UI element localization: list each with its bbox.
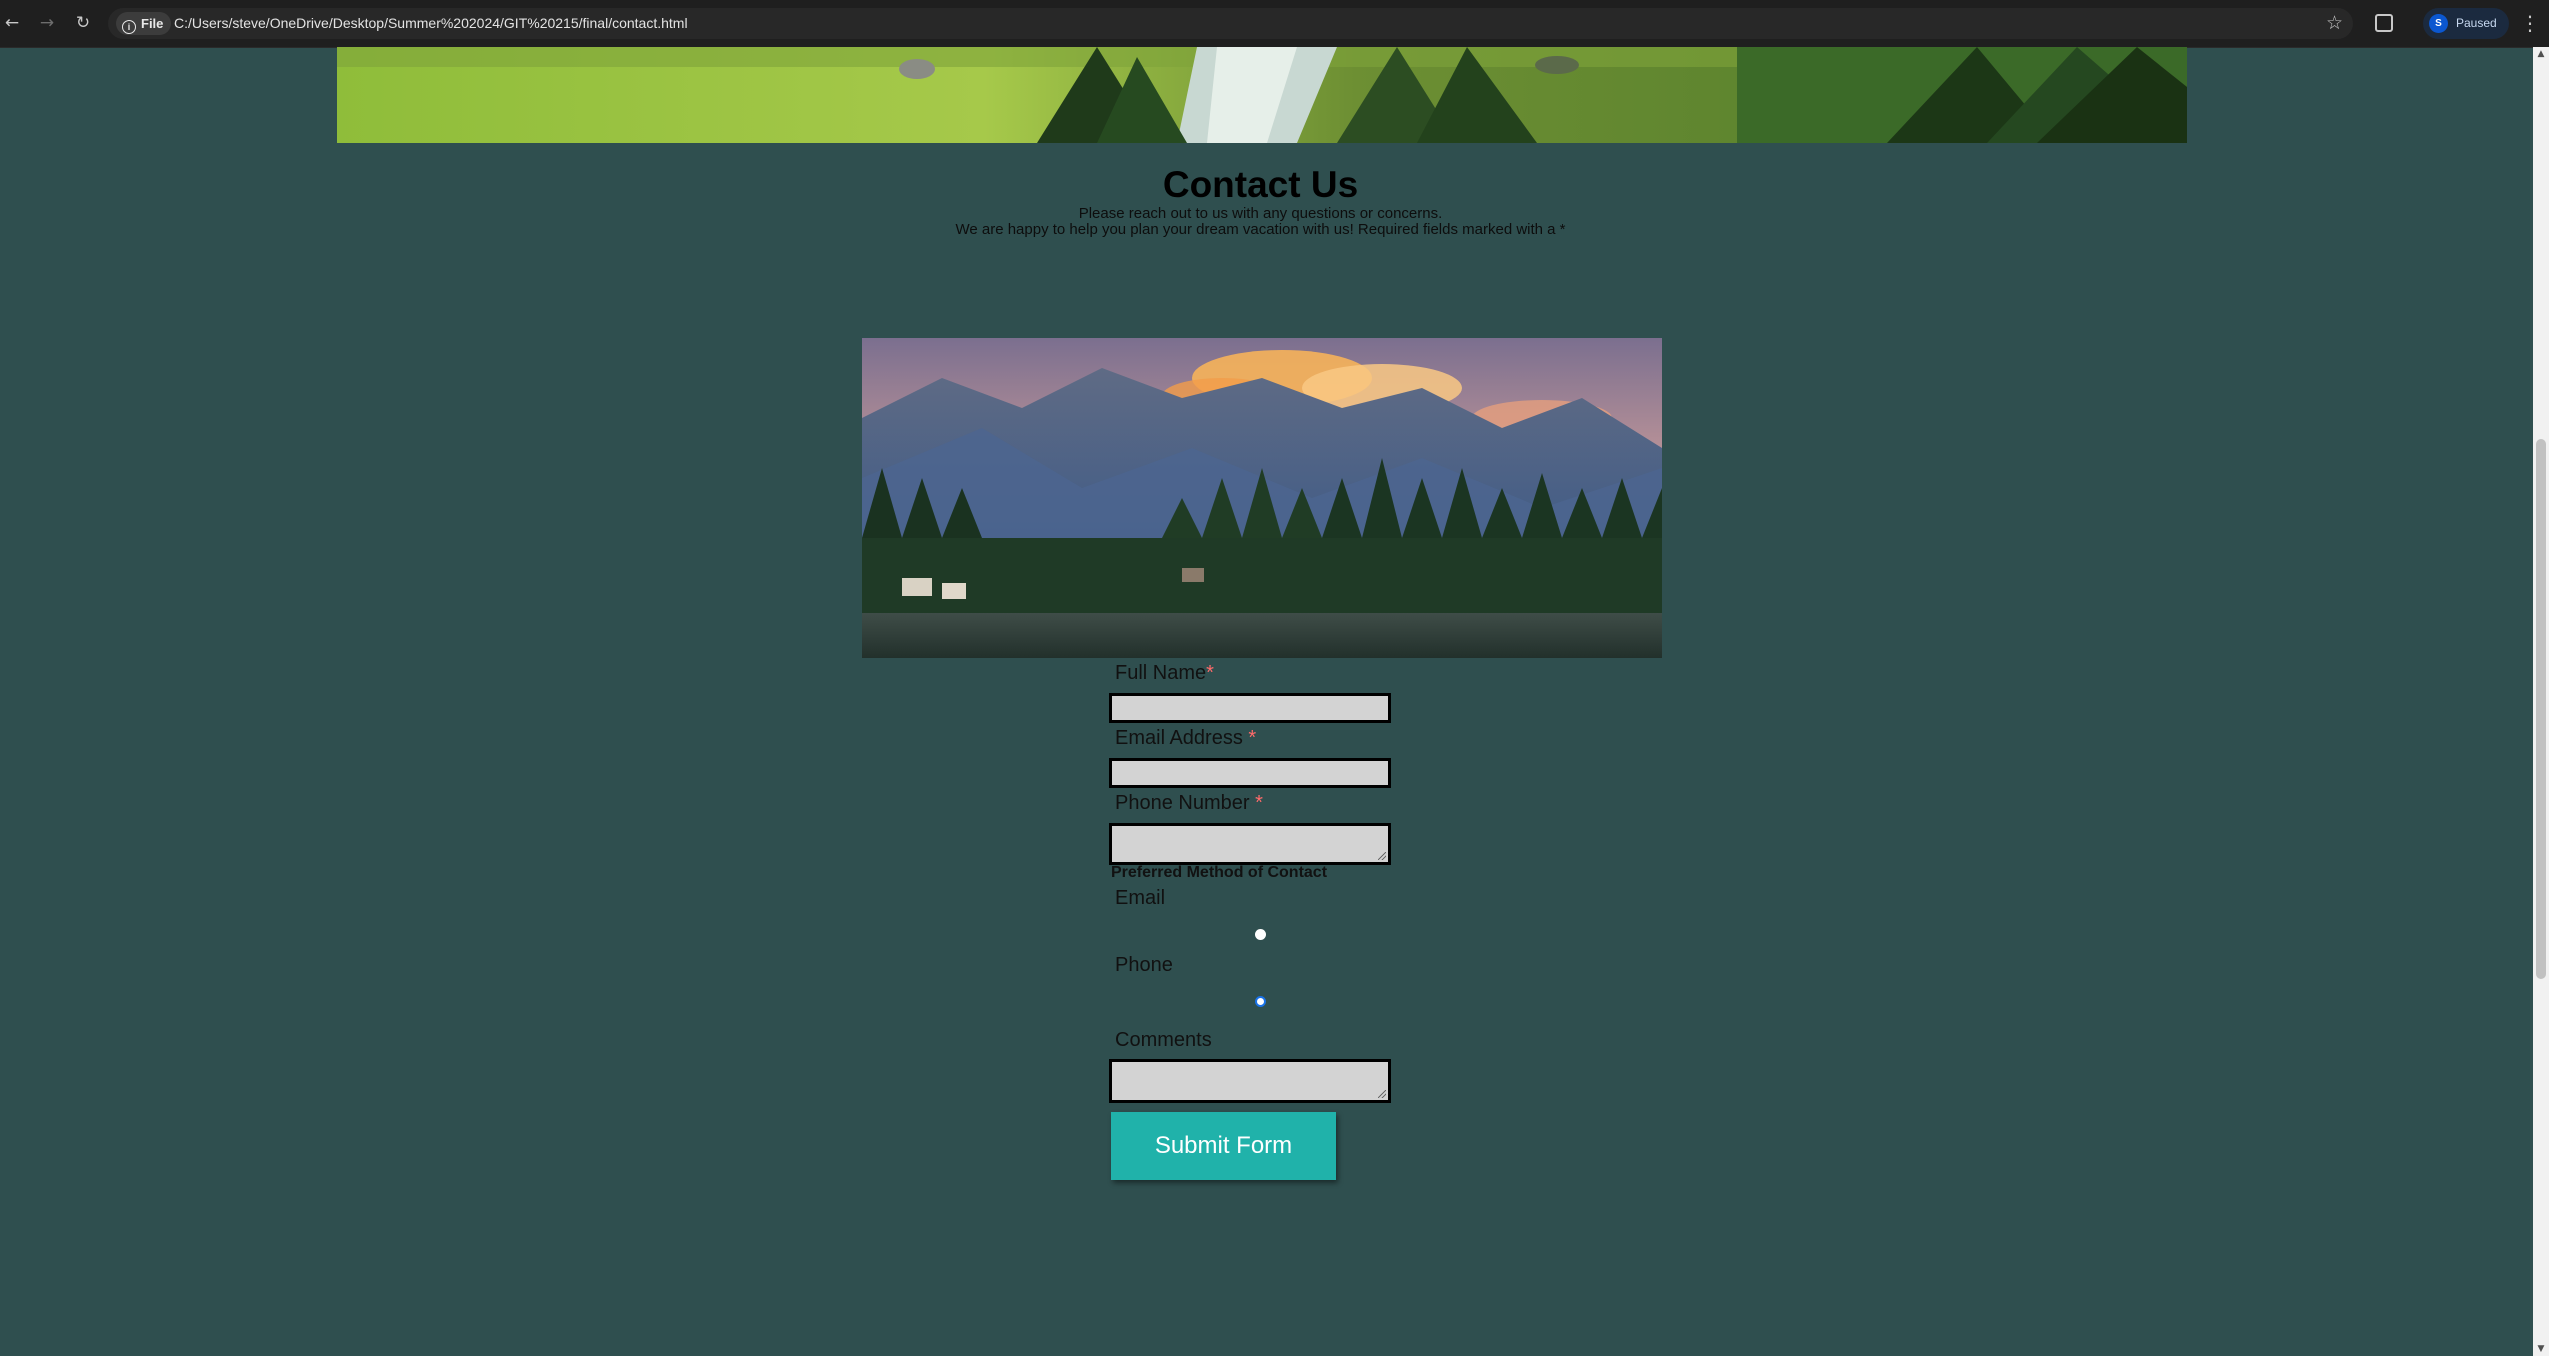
scroll-thumb[interactable] — [2536, 439, 2546, 979]
full-name-field[interactable] — [1109, 693, 1391, 723]
page-title: Contact Us — [1162, 164, 1359, 205]
page-subtitle-line-1: Please reach out to us with any question… — [1078, 205, 1443, 222]
email-label: Email Address * — [1115, 727, 1257, 749]
preferred-contact-legend: Preferred Method of Contact — [1111, 864, 1328, 881]
banner-image — [337, 47, 2187, 143]
profile-button[interactable]: S Paused — [2423, 8, 2509, 39]
contact-option-email-radio[interactable] — [1255, 929, 1266, 940]
resize-grip-icon[interactable] — [1378, 1090, 1386, 1098]
bookmark-star-icon[interactable]: ☆ — [2326, 12, 2343, 35]
forward-arrow-icon[interactable]: → — [36, 12, 58, 34]
hero-image — [862, 338, 1662, 658]
required-asterisk: * — [1255, 792, 1263, 814]
comments-label: Comments — [1115, 1029, 1212, 1051]
url-text[interactable]: C:/Users/steve/OneDrive/Desktop/Summer%2… — [174, 8, 688, 39]
required-asterisk: * — [1248, 727, 1257, 749]
full-name-label: Full Name* — [1115, 662, 1214, 684]
browser-menu-icon[interactable]: ⋮ — [2520, 12, 2540, 34]
email-field[interactable] — [1109, 758, 1391, 788]
page-subtitle-line-2: We are happy to help you plan your dream… — [955, 221, 1566, 238]
avatar: S — [2429, 14, 2448, 34]
contact-option-phone-radio[interactable] — [1255, 996, 1266, 1007]
profile-status: Paused — [2456, 16, 2497, 30]
site-info-chip[interactable]: i File — [116, 12, 172, 35]
scroll-down-icon[interactable]: ▼ — [2533, 1344, 2549, 1354]
required-asterisk: * — [1206, 662, 1214, 684]
page-scrollbar[interactable]: ▲ ▼ — [2533, 47, 2549, 1356]
address-bar[interactable]: i File C:/Users/steve/OneDrive/Desktop/Su… — [108, 8, 2353, 39]
back-arrow-icon[interactable]: ← — [1, 12, 23, 34]
reload-icon[interactable]: ↻ — [72, 12, 94, 34]
extensions-icon[interactable] — [2375, 14, 2393, 32]
contact-option-phone-label: Phone — [1115, 954, 1173, 976]
comments-field[interactable] — [1109, 1059, 1391, 1103]
scroll-up-icon[interactable]: ▲ — [2533, 49, 2549, 59]
browser-toolbar: ← → ↻ i File C:/Users/steve/OneDrive/Desk… — [0, 0, 2549, 48]
phone-label: Phone Number * — [1115, 792, 1263, 814]
info-icon: i — [122, 20, 136, 34]
resize-grip-icon[interactable] — [1378, 852, 1386, 860]
contact-option-email-label: Email — [1115, 887, 1166, 909]
phone-field[interactable] — [1109, 823, 1391, 865]
site-chip-label: File — [141, 16, 164, 31]
submit-button[interactable]: Submit Form — [1111, 1112, 1336, 1180]
